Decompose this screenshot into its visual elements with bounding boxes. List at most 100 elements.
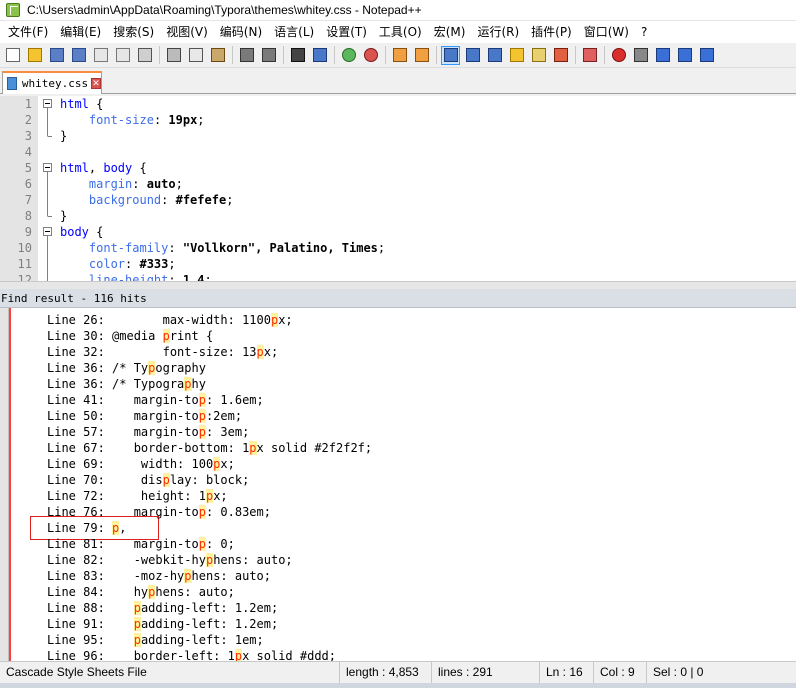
fold-margin[interactable] xyxy=(38,96,58,112)
find-result-row[interactable]: Line 96: border-left: 1px solid #ddd; xyxy=(47,648,336,661)
record-macro-button[interactable] xyxy=(609,46,628,65)
find-result-panel[interactable]: Line 26: max-width: 1100px; Line 30: @med… xyxy=(0,308,796,661)
save-macro-button[interactable] xyxy=(697,46,716,65)
menu-item-11[interactable]: 窗口(W) xyxy=(578,21,635,43)
zoom-in-button[interactable] xyxy=(339,46,358,65)
code-line[interactable]: 4 xyxy=(0,144,796,160)
menu-item-1[interactable]: 编辑(E) xyxy=(54,21,107,43)
monitoring-button[interactable] xyxy=(580,46,599,65)
find-result-row[interactable]: Line 30: @media print { xyxy=(47,328,213,344)
show-all-chars-button[interactable] xyxy=(463,46,482,65)
find-button[interactable] xyxy=(288,46,307,65)
find-result-row[interactable]: Line 79: p, xyxy=(47,520,127,536)
menu-item-10[interactable]: 插件(P) xyxy=(525,21,578,43)
indent-guide-button[interactable] xyxy=(485,46,504,65)
new-file-button[interactable] xyxy=(3,46,22,65)
fold-margin[interactable] xyxy=(38,160,58,176)
find-result-text: ography xyxy=(155,361,206,375)
stop-macro-button[interactable] xyxy=(631,46,650,65)
menu-item-2[interactable]: 搜索(S) xyxy=(107,21,160,43)
fold-minus-icon[interactable] xyxy=(38,96,58,112)
find-result-row[interactable]: Line 36: /* Typography xyxy=(47,360,206,376)
play-macro-button[interactable] xyxy=(653,46,672,65)
sync-horizontal-button[interactable] xyxy=(412,46,431,65)
code-line[interactable]: 2 font-size: 19px; xyxy=(0,112,796,128)
zoom-out-button[interactable] xyxy=(361,46,380,65)
code-token: ; xyxy=(226,193,234,207)
menu-item-12[interactable]: ? xyxy=(635,21,653,43)
code-line[interactable]: 9 body { xyxy=(0,224,796,240)
run-macro-multiple-button[interactable] xyxy=(675,46,694,65)
doc-map-button[interactable] xyxy=(507,46,526,65)
code-token: #fefefe xyxy=(175,193,227,207)
menu-item-0[interactable]: 文件(F) xyxy=(2,21,54,43)
find-result-row[interactable]: Line 88: padding-left: 1.2em; xyxy=(47,600,278,616)
code-line[interactable]: 7 background: #fefefe; xyxy=(0,192,796,208)
code-line[interactable]: 12 line-height: 1.4; xyxy=(0,272,796,281)
find-result-row[interactable]: Line 76: margin-top: 0.83em; xyxy=(47,504,271,520)
find-result-row[interactable]: Line 70: display: block; xyxy=(47,472,249,488)
menu-item-8[interactable]: 宏(M) xyxy=(428,21,472,43)
find-result-row[interactable]: Line 81: margin-top: 0; xyxy=(47,536,235,552)
paste-button[interactable] xyxy=(208,46,227,65)
close-button[interactable] xyxy=(91,46,110,65)
find-result-row[interactable]: Line 82: -webkit-hyphens: auto; xyxy=(47,552,293,568)
find-result-row[interactable]: Line 32: font-size: 13px; xyxy=(47,344,278,360)
menu-item-3[interactable]: 视图(V) xyxy=(160,21,214,43)
menu-item-6[interactable]: 设置(T) xyxy=(320,21,373,43)
print-button[interactable] xyxy=(135,46,154,65)
show-all-chars-icon xyxy=(465,48,480,62)
find-result-row[interactable]: Line 57: margin-top: 3em; xyxy=(47,424,249,440)
code-line[interactable]: 10 font-family: "Vollkorn", Palatino, Ti… xyxy=(0,240,796,256)
function-list-button[interactable] xyxy=(529,46,548,65)
find-result-text: : 0; xyxy=(205,537,235,551)
find-result-row[interactable]: Line 69: width: 100px; xyxy=(47,456,235,472)
fold-minus-icon[interactable] xyxy=(38,224,58,240)
save-all-button[interactable] xyxy=(69,46,88,65)
find-result-row[interactable]: Line 91: padding-left: 1.2em; xyxy=(47,616,278,632)
code-line[interactable]: 5 html, body { xyxy=(0,160,796,176)
code-editor[interactable]: 1 html {2 font-size: 19px; 3} 4 5 html, body … xyxy=(0,96,796,281)
replace-button[interactable] xyxy=(310,46,329,65)
find-result-row[interactable]: Line 50: margin-top:2em; xyxy=(47,408,242,424)
code-line[interactable]: 6 margin: auto; xyxy=(0,176,796,192)
cut-button[interactable] xyxy=(164,46,183,65)
code-text: } xyxy=(58,128,67,144)
code-line[interactable]: 3} xyxy=(0,128,796,144)
word-wrap-button[interactable] xyxy=(441,45,460,65)
find-result-row[interactable]: Line 41: margin-top: 1.6em; xyxy=(47,392,264,408)
sync-vertical-button[interactable] xyxy=(390,46,409,65)
fold-minus-icon[interactable] xyxy=(38,160,58,176)
find-result-row[interactable]: Line 67: border-bottom: 1px solid #2f2f2… xyxy=(47,440,372,456)
redo-button[interactable] xyxy=(259,46,278,65)
tab-whitey-css[interactable]: whitey.css ✕ xyxy=(2,71,102,94)
folder-workspace-button[interactable] xyxy=(551,46,570,65)
toolbar xyxy=(0,43,796,68)
code-token: font-family xyxy=(88,241,169,255)
find-result-row[interactable]: Line 26: max-width: 1100px; xyxy=(47,312,293,328)
find-result-row[interactable]: Line 95: padding-left: 1em; xyxy=(47,632,264,648)
find-match: p xyxy=(198,505,206,519)
menu-item-5[interactable]: 语言(L) xyxy=(268,21,320,43)
code-line[interactable]: 1 html { xyxy=(0,96,796,112)
menu-item-4[interactable]: 编码(N) xyxy=(214,21,268,43)
undo-button[interactable] xyxy=(237,46,256,65)
save-button[interactable] xyxy=(47,46,66,65)
menu-item-7[interactable]: 工具(O) xyxy=(373,21,428,43)
close-all-button[interactable] xyxy=(113,46,132,65)
line-number: 9 xyxy=(0,224,38,240)
find-result-row[interactable]: Line 36: /* Typography xyxy=(47,376,206,392)
code-line[interactable]: 8} xyxy=(0,208,796,224)
menu-item-9[interactable]: 运行(R) xyxy=(471,21,525,43)
code-line[interactable]: 11 color: #333; xyxy=(0,256,796,272)
fold-margin[interactable] xyxy=(38,224,58,240)
open-file-button[interactable] xyxy=(25,46,44,65)
close-all-icon xyxy=(115,48,130,62)
find-result-row[interactable]: Line 72: height: 1px; xyxy=(47,488,228,504)
find-result-row[interactable]: Line 83: -moz-hyphens: auto; xyxy=(47,568,271,584)
close-tab-icon[interactable]: ✕ xyxy=(91,78,101,89)
panel-splitter[interactable] xyxy=(0,281,796,289)
find-result-row[interactable]: Line 84: hyphens: auto; xyxy=(47,584,235,600)
copy-button[interactable] xyxy=(186,46,205,65)
